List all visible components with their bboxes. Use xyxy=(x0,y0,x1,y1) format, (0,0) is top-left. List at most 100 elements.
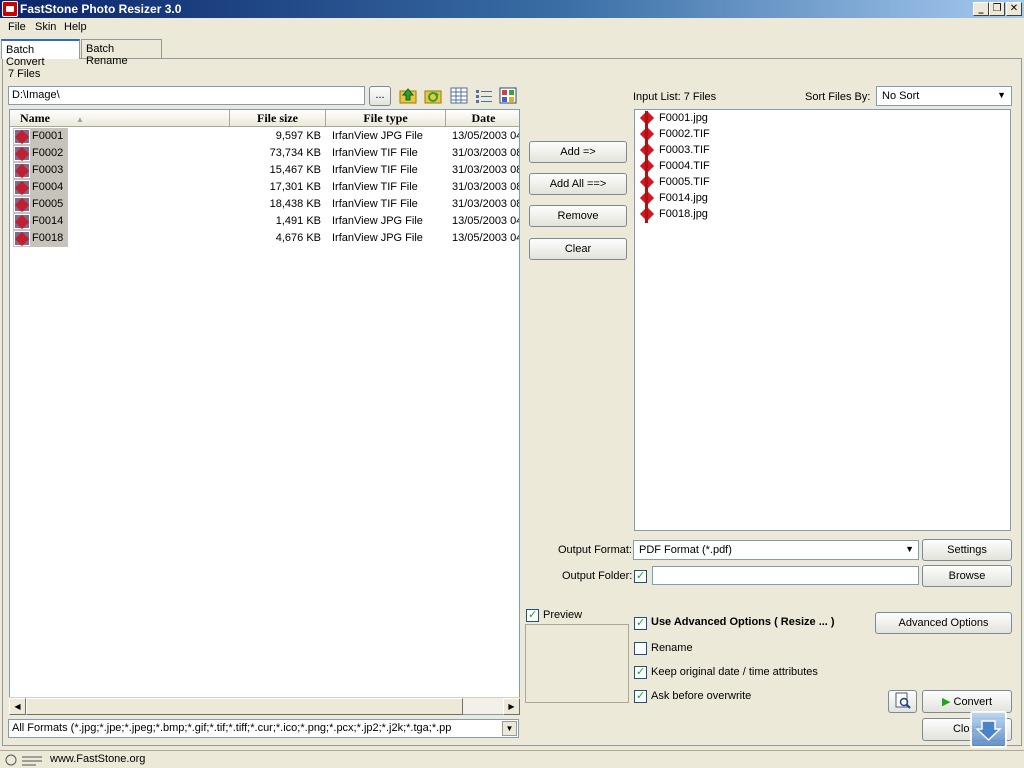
path-input[interactable]: D:\Image\ xyxy=(8,86,365,105)
file-filter-select[interactable]: All Formats (*.jpg;*.jpe;*.jpeg;*.bmp;*.… xyxy=(8,719,519,738)
column-header-name[interactable]: Name ▲ xyxy=(10,110,230,127)
table-row[interactable]: F0003 15,467 KB IrfanView TIF File 31/03/20… xyxy=(10,162,519,179)
file-count: 7 Files xyxy=(8,68,41,80)
list-item[interactable]: F0001.jpg xyxy=(639,111,999,127)
table-row[interactable]: F0018 4,676 KB IrfanView JPG File 13/05/200… xyxy=(10,230,520,247)
file-date: 13/05/2003 04 xyxy=(452,130,520,142)
table-row[interactable]: F0005 18,438 KB IrfanView TIF File 31/03/20… xyxy=(10,196,519,213)
maximize-button[interactable]: ❐ xyxy=(989,2,1005,16)
preview-label: Preview xyxy=(543,609,583,621)
menu-skin[interactable]: Skin xyxy=(35,21,56,33)
output-folder-checkbox[interactable] xyxy=(634,569,647,583)
column-header-size[interactable]: File size xyxy=(230,110,326,127)
add-all-button[interactable]: Add All ==> xyxy=(529,173,627,195)
remove-button[interactable]: Remove xyxy=(529,205,627,227)
up-folder-icon[interactable] xyxy=(399,87,417,104)
minimize-button[interactable]: _ xyxy=(973,2,989,16)
table-row[interactable]: F0014 1,491 KB IrfanView JPG File 13/05/200… xyxy=(10,213,519,230)
tab-batch-rename[interactable]: Batch Rename xyxy=(81,39,162,67)
preview-doc-button[interactable] xyxy=(888,690,917,713)
list-item[interactable]: F0014.jpg xyxy=(639,191,999,207)
file-name: F0005 xyxy=(32,198,64,210)
clear-button[interactable]: Clear xyxy=(529,238,627,260)
ask-overwrite-checkbox[interactable] xyxy=(634,689,647,703)
table-row[interactable]: F0002 73,734 KB IrfanView TIF File 31/03/20… xyxy=(10,145,520,162)
output-format-label: Output Format: xyxy=(558,544,632,556)
app-icon xyxy=(2,1,18,17)
status-grip-icon xyxy=(5,754,42,766)
menu-file[interactable]: File xyxy=(8,21,26,33)
input-file-name: F0003.TIF xyxy=(659,144,710,156)
file-type: IrfanView TIF File xyxy=(332,147,418,159)
input-list[interactable]: F0001.jpg F0002.TIF F0003.TIF F0004.TIF F000… xyxy=(634,109,1011,531)
browse-button[interactable]: Browse xyxy=(922,565,1012,587)
use-advanced-checkbox[interactable] xyxy=(634,616,647,630)
keep-date-label: Keep original date / time attributes xyxy=(651,666,818,678)
advanced-options-button[interactable]: Advanced Options xyxy=(875,612,1012,634)
table-row[interactable]: F0004 17,301 KB IrfanView TIF File 31/03/20… xyxy=(10,179,520,196)
rename-checkbox[interactable] xyxy=(634,642,647,655)
details-view-icon[interactable] xyxy=(450,87,468,104)
chevron-down-icon: ▼ xyxy=(997,90,1006,100)
output-folder-input[interactable] xyxy=(652,566,919,585)
preview-area xyxy=(525,624,629,703)
file-list[interactable]: Name ▲ File size File type Date F0001 9,59… xyxy=(9,109,520,715)
image-file-icon xyxy=(639,191,655,207)
file-date: 31/03/2003 08 xyxy=(452,181,520,193)
scroll-left-icon[interactable]: ◀ xyxy=(9,698,26,715)
ask-overwrite-label: Ask before overwrite xyxy=(651,690,752,702)
title-bar: FastStone Photo Resizer 3.0 _ ❐ ✕ xyxy=(0,0,1024,18)
output-format-select[interactable]: PDF Format (*.pdf) ▼ xyxy=(633,540,919,560)
file-type: IrfanView JPG File xyxy=(332,232,423,244)
list-view-icon[interactable] xyxy=(475,87,493,104)
menu-help[interactable]: Help xyxy=(64,21,87,33)
preview-checkbox[interactable] xyxy=(526,608,539,622)
list-item[interactable]: F0005.TIF xyxy=(639,175,999,191)
file-date: 13/05/2003 04 xyxy=(452,232,520,244)
tab-batch-convert[interactable]: Batch Convert xyxy=(1,39,80,68)
scroll-right-icon[interactable]: ▶ xyxy=(503,698,520,715)
image-thumbnail-icon xyxy=(14,231,30,246)
column-header-date[interactable]: Date xyxy=(446,110,519,127)
input-file-name: F0004.TIF xyxy=(659,160,710,172)
image-thumbnail-icon xyxy=(14,163,30,178)
image-thumbnail-icon xyxy=(14,180,30,195)
image-thumbnail-icon xyxy=(14,129,30,144)
window-title: FastStone Photo Resizer 3.0 xyxy=(20,2,182,16)
image-file-icon xyxy=(639,143,655,159)
website-link[interactable]: www.FastStone.org xyxy=(50,753,145,765)
column-header-type[interactable]: File type xyxy=(326,110,446,127)
file-name: F0018 xyxy=(32,232,64,244)
image-file-icon xyxy=(639,111,655,127)
sort-select[interactable]: No Sort ▼ xyxy=(876,86,1012,106)
settings-button[interactable]: Settings xyxy=(922,539,1012,561)
file-type: IrfanView TIF File xyxy=(332,164,418,176)
chevron-down-icon[interactable]: ▼ xyxy=(502,721,517,736)
refresh-icon[interactable] xyxy=(424,87,442,104)
menu-bar: File Skin Help xyxy=(0,18,1024,38)
input-file-name: F0018.jpg xyxy=(659,208,708,220)
table-row[interactable]: F0001 9,597 KB IrfanView JPG File 13/05/200… xyxy=(10,128,520,145)
download-overlay-icon[interactable] xyxy=(970,711,1007,748)
file-type: IrfanView TIF File xyxy=(332,181,418,193)
input-file-name: F0005.TIF xyxy=(659,176,710,188)
add-button[interactable]: Add => xyxy=(529,141,627,163)
browse-folder-button[interactable]: ... xyxy=(369,86,391,106)
keep-date-checkbox[interactable] xyxy=(634,665,647,679)
use-advanced-label: Use Advanced Options ( Resize ... ) xyxy=(651,616,835,628)
image-thumbnail-icon xyxy=(14,197,30,212)
list-item[interactable]: F0003.TIF xyxy=(639,143,999,159)
thumbnail-view-icon[interactable] xyxy=(499,87,517,104)
file-type: IrfanView JPG File xyxy=(332,215,423,227)
close-window-button[interactable]: ✕ xyxy=(1006,2,1022,16)
list-item[interactable]: F0018.jpg xyxy=(639,207,999,223)
horizontal-scrollbar[interactable]: ◀ ▶ xyxy=(9,697,520,715)
list-item[interactable]: F0004.TIF xyxy=(639,159,999,175)
scroll-thumb[interactable] xyxy=(26,698,463,715)
file-name: F0014 xyxy=(32,215,64,227)
image-thumbnail-icon xyxy=(14,146,30,161)
image-file-icon xyxy=(639,127,655,143)
convert-button[interactable]: ▶ Convert xyxy=(922,690,1012,713)
file-date: 31/03/2003 08 xyxy=(452,147,520,159)
list-item[interactable]: F0002.TIF xyxy=(639,127,999,143)
